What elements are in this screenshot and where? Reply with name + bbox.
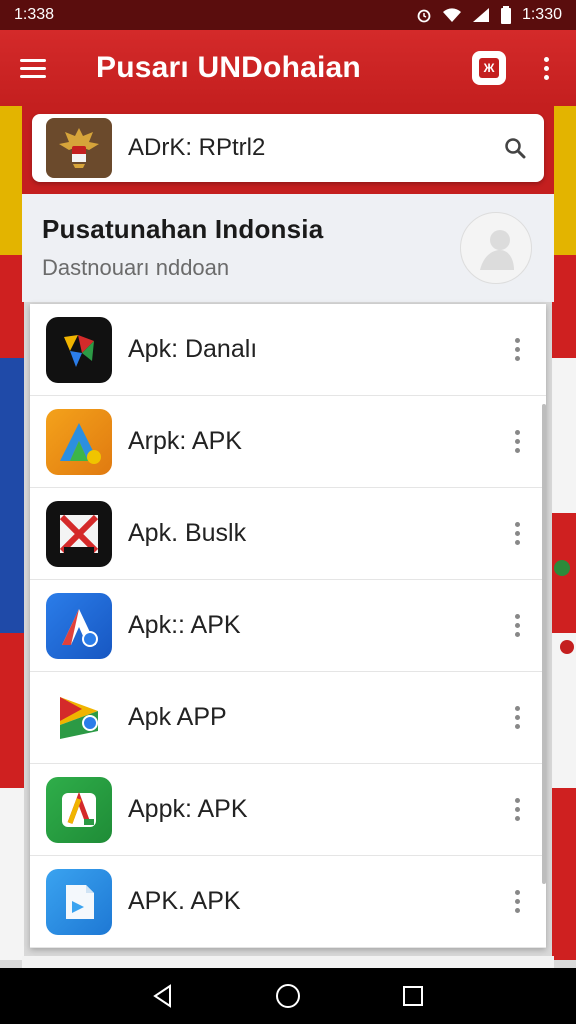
search-area: ADrK: RPtrl2: [22, 106, 554, 194]
more-vert-icon[interactable]: [506, 330, 528, 370]
hamburger-menu-icon[interactable]: [20, 48, 60, 88]
list-item-label: Apk:: APK: [128, 611, 241, 639]
blue-file-app-icon: [46, 868, 112, 935]
orange-a-app-icon: [46, 408, 112, 475]
list-item[interactable]: Apk. Buslk: [30, 488, 546, 580]
list-item[interactable]: Appk: APK: [30, 764, 546, 856]
list-item-label: APK. APK: [128, 887, 241, 915]
crossed-out-app-icon: [46, 500, 112, 567]
list-item-label: Apk: Danalı: [128, 335, 258, 363]
alarm-icon: [416, 7, 432, 23]
home-icon[interactable]: [268, 976, 308, 1016]
green-a-app-icon: [46, 776, 112, 843]
app-action-badge: Ж: [479, 58, 499, 78]
avatar[interactable]: [460, 212, 532, 284]
list-item-label: Apk APP: [128, 703, 227, 731]
recents-icon[interactable]: [393, 976, 433, 1016]
status-time-left: 1:338: [14, 6, 55, 23]
app-title: Pusarı UNDohaian: [96, 51, 361, 84]
list-item-label: Appk: APK: [128, 795, 248, 823]
app-action-button[interactable]: Ж: [472, 51, 506, 85]
blue-a-app-icon: [46, 592, 112, 659]
battery-icon: [500, 6, 512, 24]
more-vert-icon[interactable]: [506, 514, 528, 554]
app-list: Apk: Danalı Arpk: APK Apk. Buslk Apk:: A…: [30, 304, 546, 948]
header-subtitle: Dastnouarı nddoan: [42, 255, 230, 280]
search-icon[interactable]: [500, 133, 530, 163]
back-icon[interactable]: [143, 976, 183, 1016]
list-item[interactable]: Arpk: APK: [30, 396, 546, 488]
dark-multicolor-app-icon: [46, 316, 112, 383]
decor-ball: [560, 640, 574, 654]
app-bar: Pusarı UNDohaian Ж: [0, 30, 576, 106]
background-flag-left: [0, 100, 24, 960]
list-item[interactable]: Apk:: APK: [30, 580, 546, 672]
status-icons: 1:330: [416, 6, 562, 24]
garuda-emblem-icon: [46, 118, 112, 178]
status-time-right: 1:330: [521, 6, 562, 23]
list-item-label: Apk. Buslk: [128, 519, 247, 547]
list-item[interactable]: APK. APK: [30, 856, 546, 948]
user-silhouette-icon: [480, 230, 514, 270]
status-bar: 1:338 1:330: [0, 0, 576, 30]
next-card-peek: [22, 956, 554, 968]
list-item[interactable]: Apk APP: [30, 672, 546, 764]
play-store-app-icon: [46, 684, 112, 751]
navigation-bar: [0, 968, 576, 1024]
more-vert-icon[interactable]: [506, 698, 528, 738]
search-bar[interactable]: ADrK: RPtrl2: [32, 114, 544, 182]
more-vert-icon[interactable]: [506, 790, 528, 830]
background-flag-right: [552, 100, 576, 960]
header-card: Pusatunahan Indonsia Dastnouarı nddoan: [22, 194, 554, 302]
more-vert-icon[interactable]: [506, 606, 528, 646]
search-input[interactable]: ADrK: RPtrl2: [128, 134, 500, 162]
scrollbar[interactable]: [542, 404, 546, 884]
decor-ball: [554, 560, 570, 576]
list-item[interactable]: Apk: Danalı: [30, 304, 546, 396]
wifi-icon: [442, 7, 462, 23]
list-item-label: Arpk: APK: [128, 427, 242, 455]
more-vert-icon[interactable]: [506, 882, 528, 922]
more-vert-icon[interactable]: [506, 422, 528, 462]
overflow-menu-icon[interactable]: [536, 56, 556, 80]
signal-icon: [472, 7, 490, 23]
